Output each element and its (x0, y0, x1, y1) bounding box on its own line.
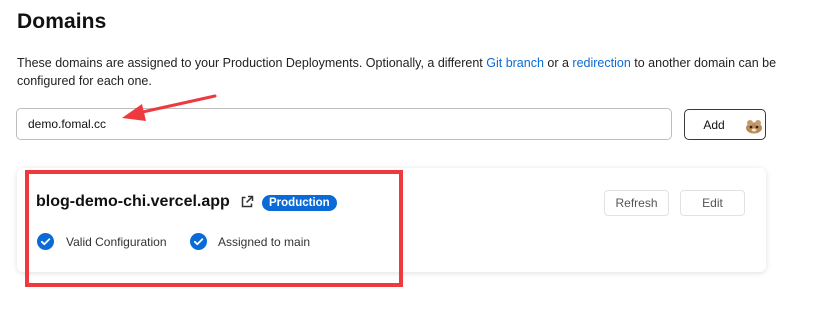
check-circle-icon (37, 233, 54, 250)
redirection-link[interactable]: redirection (572, 56, 630, 70)
page-title: Domains (17, 10, 107, 33)
section-description: These domains are assigned to your Produ… (17, 54, 787, 90)
valid-configuration-label: Valid Configuration (66, 235, 167, 249)
external-link-icon[interactable] (239, 194, 255, 210)
assigned-to-main-label: Assigned to main (218, 235, 311, 249)
check-circle-icon (190, 233, 207, 250)
domain-link[interactable]: blog-demo-chi.vercel.app (36, 193, 230, 211)
domain-input[interactable] (16, 108, 672, 140)
git-branch-link[interactable]: Git branch (486, 56, 544, 70)
description-text-2: or a (543, 56, 573, 70)
domain-card: blog-demo-chi.vercel.app Production Refr… (17, 168, 766, 272)
domains-page: Domains These domains are assigned to yo… (0, 0, 813, 327)
production-badge: Production (262, 195, 337, 211)
refresh-button[interactable]: Refresh (604, 190, 669, 216)
edit-button[interactable]: Edit (680, 190, 745, 216)
mascot-icon (746, 120, 762, 134)
description-text-1: These domains are assigned to your Produ… (17, 56, 487, 70)
annotation-arrow (122, 94, 217, 121)
